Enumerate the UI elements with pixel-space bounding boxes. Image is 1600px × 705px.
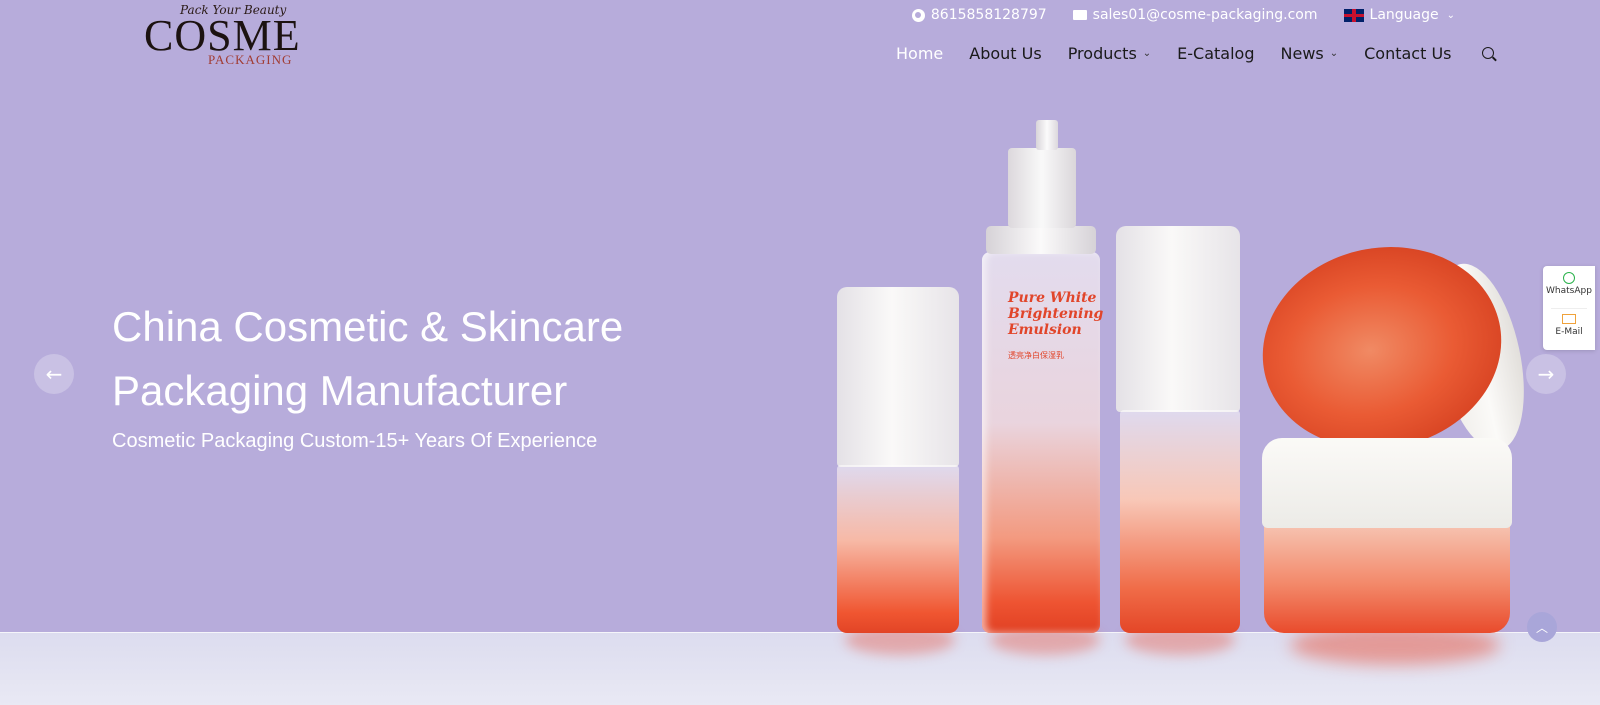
- label-line3: Emulsion: [1008, 322, 1082, 338]
- hero-banner: Pack Your Beauty COSME PACKAGING 8615858…: [0, 0, 1600, 705]
- nav-news-label: News: [1280, 44, 1324, 63]
- email-link[interactable]: sales01@cosme-packaging.com: [1072, 7, 1318, 23]
- bottle-label: Pure White Brightening Emulsion: [1008, 290, 1104, 338]
- nav-home-label: Home: [896, 44, 944, 63]
- nav-news[interactable]: News ⌄: [1281, 44, 1339, 63]
- email-label: E-Mail: [1555, 327, 1583, 337]
- hero-title-line1: China Cosmetic & Skincare: [112, 303, 624, 350]
- whatsapp-phone-icon: [911, 8, 925, 22]
- email-address: sales01@cosme-packaging.com: [1092, 7, 1318, 23]
- bottle-cap: [837, 287, 959, 467]
- hero-title-line2: Packaging Manufacturer: [112, 367, 568, 414]
- nav-about-label: About Us: [969, 44, 1042, 63]
- chevron-down-icon: ⌄: [1329, 48, 1339, 59]
- chevron-down-icon: ⌄: [1142, 48, 1152, 59]
- hero-title: China Cosmetic & Skincare Packaging Manu…: [112, 295, 752, 423]
- arrow-right-icon: →: [1537, 362, 1555, 386]
- label-line2: Brightening: [1008, 306, 1104, 322]
- whatsapp-button[interactable]: WhatsApp: [1543, 272, 1595, 296]
- side-contact-widget: WhatsApp E-Mail: [1543, 266, 1595, 350]
- search-icon[interactable]: [1481, 46, 1496, 61]
- label-line1: Pure White: [1008, 290, 1097, 306]
- nav-products-label: Products: [1067, 44, 1137, 63]
- uk-flag-icon: [1343, 8, 1364, 22]
- nav-e-catalog[interactable]: E-Catalog: [1177, 44, 1254, 63]
- email-button[interactable]: E-Mail: [1543, 312, 1595, 337]
- contact-bar: 8615858128797 sales01@cosme-packaging.co…: [911, 7, 1455, 23]
- chevron-up-icon: ︿: [1535, 620, 1548, 635]
- jar-cap: [1262, 438, 1512, 528]
- nav-contact-label: Contact Us: [1364, 44, 1452, 63]
- whatsapp-icon: [1563, 272, 1575, 284]
- pump-head: [1036, 120, 1058, 150]
- mail-icon: [1562, 314, 1576, 324]
- main-nav: Home About Us Products ⌄ E-Catalog News ⌄ …: [896, 44, 1496, 63]
- language-selector[interactable]: Language ⌄: [1343, 7, 1455, 23]
- bottle-body: [837, 465, 959, 633]
- phone-link[interactable]: 8615858128797: [911, 7, 1047, 23]
- back-to-top-button[interactable]: ︿: [1527, 612, 1557, 642]
- carousel-next-button[interactable]: →: [1526, 354, 1566, 394]
- arrow-left-icon: ←: [45, 362, 63, 386]
- jar-body: [1264, 522, 1510, 633]
- chevron-down-icon: ⌄: [1446, 9, 1455, 21]
- label-chinese: 透亮净白保湿乳: [1008, 351, 1064, 360]
- carousel-prev-button[interactable]: ←: [34, 354, 74, 394]
- nav-ecatalog-label: E-Catalog: [1177, 44, 1255, 63]
- logo[interactable]: Pack Your Beauty COSME PACKAGING: [144, 3, 314, 67]
- hero-subtitle: Cosmetic Packaging Custom-15+ Years Of E…: [112, 430, 598, 452]
- phone-number: 8615858128797: [930, 7, 1047, 23]
- pump-neck: [1008, 148, 1076, 228]
- nav-home[interactable]: Home: [896, 44, 943, 63]
- divider: [1551, 308, 1587, 309]
- bottle-cap: [1116, 226, 1240, 412]
- bottle-body: [1120, 410, 1240, 633]
- whatsapp-label: WhatsApp: [1546, 286, 1592, 296]
- nav-products[interactable]: Products ⌄: [1068, 44, 1151, 63]
- nav-contact-us[interactable]: Contact Us: [1364, 44, 1451, 63]
- language-label: Language: [1369, 7, 1439, 23]
- logo-sub: PACKAGING: [208, 52, 293, 67]
- mail-icon: [1072, 10, 1087, 20]
- nav-about-us[interactable]: About Us: [969, 44, 1041, 63]
- pump-collar: [986, 226, 1096, 254]
